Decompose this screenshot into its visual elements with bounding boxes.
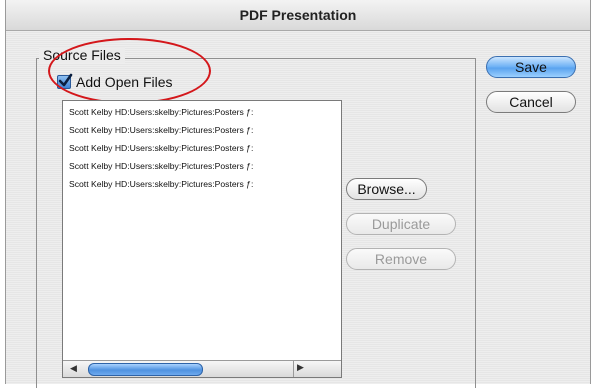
browse-button[interactable]: Browse... xyxy=(346,178,427,200)
remove-button[interactable]: Remove xyxy=(346,248,456,270)
list-item[interactable]: Scott Kelby HD:Users:skelby:Pictures:Pos… xyxy=(69,179,253,189)
list-item[interactable]: Scott Kelby HD:Users:skelby:Pictures:Pos… xyxy=(69,143,253,153)
duplicate-button[interactable]: Duplicate xyxy=(346,213,456,235)
window-title: PDF Presentation xyxy=(239,7,357,23)
highlight-oval-annotation xyxy=(48,38,211,104)
scrollbar-divider xyxy=(293,361,294,377)
save-button[interactable]: Save xyxy=(486,56,576,78)
scroll-left-arrow-icon[interactable]: ◀ xyxy=(70,363,77,374)
title-bar[interactable]: PDF Presentation xyxy=(6,0,590,31)
source-files-list[interactable]: Scott Kelby HD:Users:skelby:Pictures:Pos… xyxy=(62,100,342,378)
scroll-right-arrow-icon[interactable]: ▶ xyxy=(297,362,304,373)
list-item[interactable]: Scott Kelby HD:Users:skelby:Pictures:Pos… xyxy=(69,161,253,171)
list-item[interactable]: Scott Kelby HD:Users:skelby:Pictures:Pos… xyxy=(69,125,253,135)
horizontal-scrollbar[interactable]: ◀ ▶ xyxy=(63,360,341,377)
scroll-thumb[interactable] xyxy=(88,363,203,376)
pdf-presentation-dialog: PDF Presentation Source Files Add Open F… xyxy=(5,0,591,388)
list-item[interactable]: Scott Kelby HD:Users:skelby:Pictures:Pos… xyxy=(69,107,253,117)
cancel-button[interactable]: Cancel xyxy=(486,91,576,113)
